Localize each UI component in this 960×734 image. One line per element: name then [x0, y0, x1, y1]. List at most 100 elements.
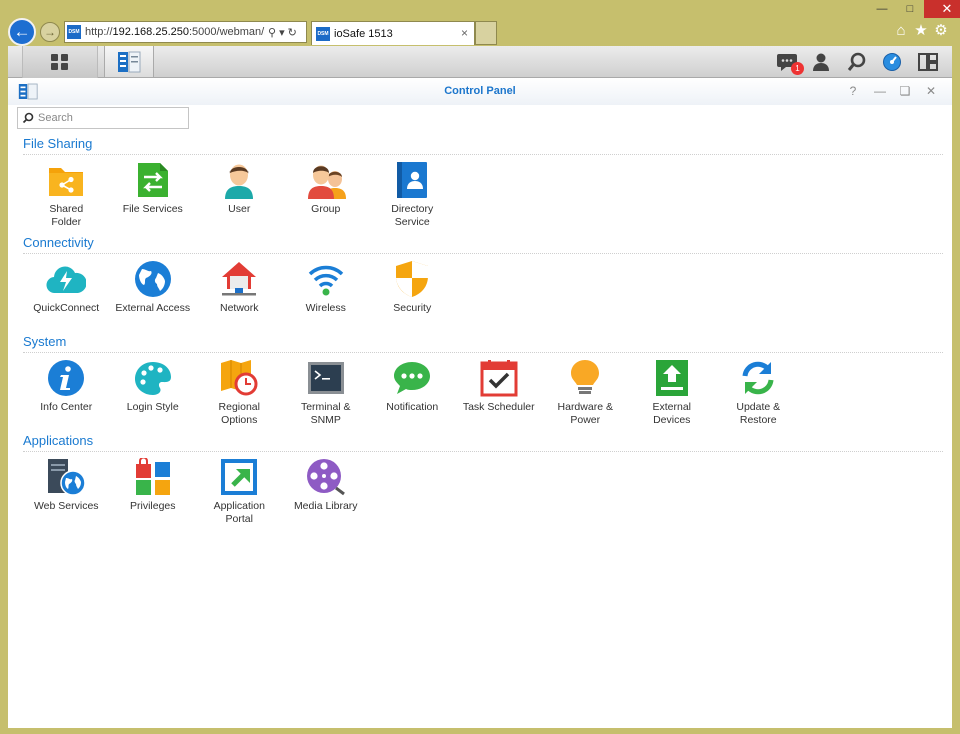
main-menu-button[interactable]	[22, 46, 98, 78]
search-input[interactable]	[38, 112, 178, 124]
terminal-icon	[306, 358, 346, 398]
favorites-star-icon[interactable]: ★	[912, 22, 930, 40]
control-panel-task-button[interactable]	[104, 46, 154, 78]
item-quickconnect[interactable]: QuickConnect	[23, 259, 110, 315]
home-icon[interactable]: ⌂	[892, 22, 910, 40]
section-title: Connectivity	[23, 235, 94, 250]
shared-folder-icon	[46, 160, 86, 200]
wifi-icon	[306, 259, 346, 299]
close-window-button[interactable]: ✕	[924, 0, 960, 18]
section-title: File Sharing	[23, 136, 93, 151]
section-title: Applications	[23, 433, 94, 448]
control-panel-window: Control Panel ? — ❏ ✕ File Sharing	[8, 78, 952, 728]
calendar-check-icon	[479, 358, 519, 398]
item-privileges[interactable]: Privileges	[110, 457, 197, 526]
close-icon[interactable]: ✕	[923, 83, 939, 99]
item-info-center[interactable]: Info Center	[23, 358, 110, 427]
section-divider	[23, 253, 943, 254]
settings-gear-icon[interactable]: ⚙	[932, 22, 950, 40]
refresh-icon[interactable]: ↻	[288, 26, 297, 39]
item-web-services[interactable]: Web Services	[23, 457, 110, 526]
item-label: External Devices	[652, 401, 692, 426]
map-clock-icon	[219, 358, 259, 398]
tab-title: ioSafe 1513	[334, 27, 393, 40]
address-bar[interactable]: DSM http://192.168.25.250:5000/webman/in…	[64, 21, 307, 43]
quickconnect-cloud-icon	[46, 259, 87, 299]
window-title: Control Panel	[444, 85, 516, 97]
address-url[interactable]: http://192.168.25.250:5000/webman/index	[85, 26, 265, 38]
restore-icon[interactable]: ❏	[897, 83, 913, 99]
item-wireless[interactable]: Wireless	[283, 259, 370, 315]
directory-service-icon	[392, 160, 432, 200]
item-directory-service[interactable]: Directory Service	[369, 160, 456, 229]
control-panel-icon	[118, 51, 141, 72]
item-regional-options[interactable]: Regional Options	[196, 358, 283, 427]
minimize-icon[interactable]: —	[872, 83, 888, 99]
item-label: Wireless	[305, 302, 346, 314]
help-icon[interactable]: ?	[845, 83, 861, 99]
item-label: Application Portal	[213, 500, 265, 525]
notifications-button[interactable]: 1	[776, 50, 804, 75]
item-label: Media Library	[293, 500, 358, 512]
window-titlebar[interactable]: Control Panel ? — ❏ ✕	[8, 78, 952, 105]
new-tab-button[interactable]	[475, 21, 497, 45]
forward-button[interactable]: →	[40, 22, 60, 42]
main-menu-grid-icon	[51, 54, 68, 70]
item-shared-folder[interactable]: Shared Folder	[23, 160, 110, 229]
item-media-library[interactable]: Media Library	[283, 457, 370, 526]
section-file-sharing: File Sharing Shared Folder File Services…	[23, 136, 943, 228]
minimize-window-button[interactable]: —	[868, 0, 896, 18]
item-label: Network	[219, 302, 259, 314]
item-update-restore[interactable]: Update & Restore	[715, 358, 802, 427]
chat-bubble-icon	[392, 358, 432, 398]
window-controls: — □ ✕	[868, 0, 960, 18]
upload-drive-icon	[652, 358, 692, 398]
item-network[interactable]: Network	[196, 259, 283, 315]
show-desktop-button[interactable]	[916, 50, 940, 74]
item-task-scheduler[interactable]: Task Scheduler	[456, 358, 543, 427]
item-label: File Services	[122, 203, 183, 215]
lightbulb-icon	[565, 358, 605, 398]
section-applications: Applications Web Services Privileges App…	[23, 433, 943, 525]
search-field[interactable]	[17, 107, 189, 129]
tab-favicon-icon: DSM	[316, 26, 330, 41]
film-reel-icon	[306, 457, 346, 497]
item-file-services[interactable]: File Services	[110, 160, 197, 229]
section-connectivity: Connectivity QuickConnect External Acces…	[23, 235, 943, 314]
maximize-window-button[interactable]: □	[896, 0, 924, 18]
section-divider	[23, 451, 943, 452]
search-address-icon[interactable]: ⚲	[268, 26, 276, 39]
section-system: System Info Center Login Style Regional …	[23, 334, 943, 426]
item-hardware-power[interactable]: Hardware & Power	[542, 358, 629, 427]
item-user[interactable]: User	[196, 160, 283, 229]
item-security[interactable]: Security	[369, 259, 456, 315]
item-terminal-snmp[interactable]: Terminal & SNMP	[283, 358, 370, 427]
section-divider	[23, 352, 943, 353]
globe-icon	[133, 259, 173, 299]
tab-close-icon[interactable]: ×	[461, 26, 468, 40]
widgets-button[interactable]	[880, 50, 904, 74]
section-title: System	[23, 334, 67, 349]
back-button[interactable]: ←	[8, 18, 36, 46]
file-services-icon	[133, 160, 173, 200]
item-label: User	[228, 203, 251, 215]
item-label: Info Center	[40, 401, 93, 413]
notification-count-badge: 1	[791, 62, 804, 75]
browser-tab[interactable]: DSM ioSafe 1513 ×	[311, 21, 475, 45]
item-label: Update & Restore	[736, 401, 781, 426]
dsm-taskbar: 1	[8, 46, 952, 78]
user-menu-button[interactable]	[809, 50, 833, 74]
item-group[interactable]: Group	[283, 160, 370, 229]
item-label: Login Style	[126, 401, 179, 413]
item-login-style[interactable]: Login Style	[110, 358, 197, 427]
site-favicon-icon: DSM	[67, 25, 81, 39]
item-application-portal[interactable]: Application Portal	[196, 457, 283, 526]
item-external-access[interactable]: External Access	[110, 259, 197, 315]
item-external-devices[interactable]: External Devices	[629, 358, 716, 427]
item-label: Privileges	[129, 500, 176, 512]
dropdown-arrow-icon[interactable]: ▾	[279, 26, 285, 39]
item-label: Security	[393, 302, 432, 314]
palette-icon	[133, 358, 173, 398]
search-button[interactable]	[845, 50, 869, 74]
item-notification[interactable]: Notification	[369, 358, 456, 427]
